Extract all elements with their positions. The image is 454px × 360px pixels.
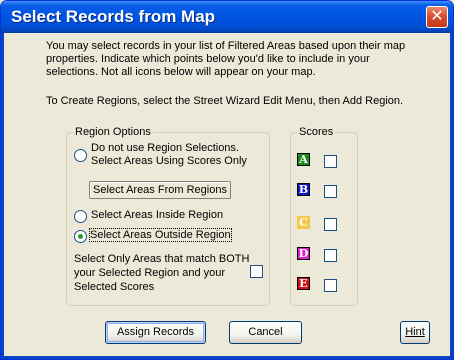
- score-e-checkbox[interactable]: [324, 279, 337, 292]
- match-both-label-line-2: your Selected Region and your: [74, 267, 226, 279]
- score-a-checkbox[interactable]: [324, 155, 337, 168]
- close-button[interactable]: ✕: [426, 6, 448, 28]
- window-frame-right: [450, 33, 453, 359]
- dialog-window: Select Records from Map ✕ You may select…: [0, 0, 454, 360]
- intro-line-3: selections. Not all icons below will app…: [46, 66, 316, 78]
- score-d-icon: D: [297, 247, 310, 260]
- radio-no-region-label-line-1: Do not use Region Selections.: [91, 142, 239, 154]
- score-a-icon: A: [297, 153, 310, 166]
- score-a-letter: A: [299, 153, 308, 166]
- score-b-icon: B: [297, 183, 310, 196]
- score-b-letter: B: [298, 183, 309, 196]
- score-e-letter: E: [299, 277, 308, 290]
- match-both-label-line-1: Select Only Areas that match BOTH: [74, 253, 250, 265]
- match-both-checkbox[interactable]: [250, 265, 263, 278]
- match-both-label-line-3: Selected Scores: [74, 281, 155, 293]
- hint-button-label: Hint: [405, 326, 425, 338]
- radio-inside-region[interactable]: [74, 210, 87, 223]
- intro-line-4: To Create Regions, select the Street Wiz…: [46, 95, 404, 107]
- score-c-checkbox[interactable]: [324, 218, 337, 231]
- title-bar[interactable]: Select Records from Map ✕: [1, 1, 453, 33]
- score-c-icon: C: [297, 216, 310, 229]
- close-icon: ✕: [430, 8, 444, 25]
- intro-text: You may select records in your list of F…: [46, 40, 405, 79]
- score-e-icon: E: [297, 277, 310, 290]
- window-frame-left: [1, 33, 4, 359]
- window-frame-bottom: [1, 356, 453, 359]
- select-areas-from-regions-button[interactable]: Select Areas From Regions: [89, 181, 231, 199]
- intro-line-1: You may select records in your list of F…: [46, 40, 406, 52]
- window-title: Select Records from Map: [11, 7, 216, 26]
- score-d-letter: D: [298, 247, 309, 260]
- cancel-button[interactable]: Cancel: [229, 321, 302, 344]
- radio-outside-region-label[interactable]: Select Areas Outside Region: [89, 228, 232, 242]
- hint-button[interactable]: Hint: [400, 321, 430, 344]
- radio-outside-region[interactable]: [74, 230, 87, 243]
- scores-legend: Scores: [299, 126, 334, 138]
- score-c-letter: C: [299, 216, 308, 229]
- radio-inside-region-label[interactable]: Select Areas Inside Region: [91, 209, 223, 221]
- assign-records-button[interactable]: Assign Records: [105, 321, 206, 344]
- match-both-label: Select Only Areas that match BOTH your S…: [74, 252, 249, 294]
- score-b-checkbox[interactable]: [324, 185, 337, 198]
- region-options-legend: Region Options: [75, 126, 151, 138]
- radio-no-region-label-line-2: Select Areas Using Scores Only: [91, 155, 247, 167]
- intro-line-2: properties. Indicate which points below …: [46, 53, 370, 65]
- radio-no-region[interactable]: [74, 149, 87, 162]
- score-d-checkbox[interactable]: [324, 249, 337, 262]
- radio-no-region-label[interactable]: Do not use Region Selections. Select Are…: [91, 142, 247, 168]
